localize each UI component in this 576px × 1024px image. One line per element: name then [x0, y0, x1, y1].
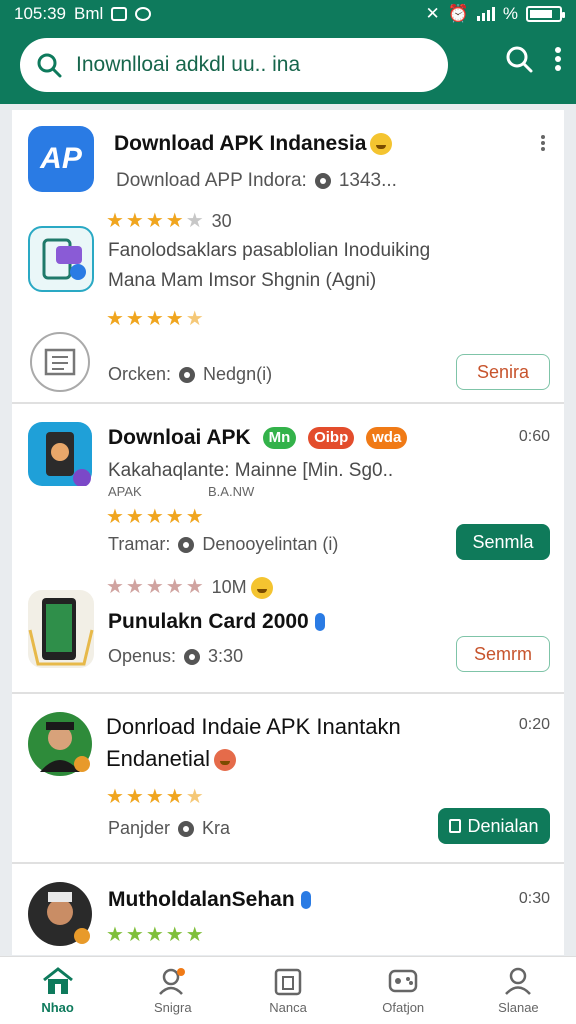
network-label: Bml: [74, 4, 104, 23]
more-menu-icon[interactable]: [554, 46, 562, 77]
app-card[interactable]: MutholdalanSehan 0:30 ★★★★★: [12, 864, 564, 955]
search-icon: [36, 52, 62, 78]
app-subtitle: Kakahaqlante: Mainne [Min. Sg0..: [108, 460, 394, 481]
nav-snigra[interactable]: Snigra: [115, 957, 230, 1024]
app-card[interactable]: AP Download APK Indanesia Download APP I…: [12, 110, 564, 404]
nav-label: Slanae: [498, 1000, 539, 1015]
mute-icon: ✕: [425, 4, 440, 23]
app-meta: Openus: 3:30: [108, 646, 244, 666]
app-subtitle: Download APP Indora: 1343...: [116, 170, 397, 191]
app-small-label: B.A.NW: [208, 484, 255, 499]
app-meta: Orcken: Nedgn(i): [108, 364, 273, 384]
game-app-icon: [28, 590, 94, 668]
app-meta: Tramar: Denooyelintan (i): [108, 534, 339, 554]
rating-stars: ★★★★★: [106, 924, 206, 946]
app-title: Donrload Indaie APK Inantakn: [106, 714, 401, 739]
rating-stars: ★★★★★: [106, 506, 206, 528]
search-input[interactable]: [76, 53, 396, 77]
document-icon: [30, 332, 90, 392]
update-time: 0:30: [518, 890, 550, 907]
app-title: MutholdalanSehan: [108, 888, 311, 912]
alarm-icon: ⏰: [447, 4, 469, 23]
search-button-icon[interactable]: [504, 44, 534, 79]
globe-icon: [179, 366, 196, 383]
app-title-line2: Endanetial: [106, 746, 236, 772]
update-time: 0:20: [518, 716, 550, 733]
rating-stars: ★★★★★ 10M: [106, 574, 273, 599]
app-header: 105:39 Bml ✕ ⏰ %: [0, 0, 576, 104]
category-tag: Mn: [262, 427, 297, 450]
rating-stars: ★★★★★ 30: [106, 210, 232, 232]
game-icon: [387, 966, 419, 996]
battery-icon: [526, 6, 565, 22]
home-icon: [41, 966, 75, 996]
battery-percent: %: [502, 4, 518, 23]
emoji-icon: [250, 576, 273, 599]
nav-label: Snigra: [154, 1000, 192, 1015]
emoji-icon: [370, 133, 393, 156]
user-icon: [503, 966, 533, 996]
globe-icon: [314, 173, 331, 189]
category-tag: wda: [366, 427, 408, 450]
app-title: Download APK Indanesia: [114, 132, 393, 156]
install-button[interactable]: Denialan: [438, 808, 550, 844]
update-time: 0:60: [518, 428, 550, 445]
globe-icon: [184, 648, 201, 665]
verified-icon: [314, 613, 325, 632]
status-time: 105:39: [14, 4, 66, 23]
bottom-nav: Nhao Snigra Nanca Ofatjon Slanae: [0, 956, 576, 1024]
nav-label: Ofatjon: [382, 1000, 425, 1015]
rating-stars: ★★★★★: [106, 786, 206, 808]
app-card[interactable]: Downloai APK Mn Oibp wda 0:60 Kakahaqlan…: [12, 404, 564, 694]
app-description-line: Mana Mam Imsor Shgnin (Agni): [108, 270, 377, 291]
verified-icon: [300, 891, 311, 910]
app-notification-icon: [135, 7, 152, 21]
app-logo-icon: AP: [28, 126, 94, 192]
search-bar[interactable]: [20, 38, 448, 92]
nav-label: Nhao: [41, 1000, 74, 1015]
category-tag: Oibp: [308, 427, 355, 450]
avatar: [28, 712, 92, 776]
notification-icon: [111, 7, 128, 21]
device-art-icon: [28, 226, 94, 292]
emoji-icon: [213, 749, 236, 772]
phone-app-icon: [28, 422, 92, 487]
app-title: Punulakn Card 2000: [108, 610, 325, 634]
globe-icon: [178, 820, 195, 837]
download-icon: [449, 819, 462, 833]
app-description-line: Fanolodsaklars pasablolian Inoduiking: [108, 240, 431, 261]
app-list: AP Download APK Indanesia Download APP I…: [12, 110, 564, 955]
install-button[interactable]: Senmla: [456, 524, 550, 560]
app-title: Downloai APK Mn Oibp wda: [108, 426, 408, 450]
nav-slanae[interactable]: Slanae: [461, 957, 576, 1024]
box-icon: [273, 966, 303, 996]
nav-label: Nanca: [269, 1000, 307, 1015]
rating-stars: ★★★★★: [106, 308, 206, 330]
avatar: [28, 882, 92, 946]
status-bar: 105:39 Bml ✕ ⏰ %: [0, 0, 576, 30]
nav-home[interactable]: Nhao: [0, 957, 115, 1024]
install-button[interactable]: Semrm: [456, 636, 550, 672]
install-button[interactable]: Senira: [456, 354, 550, 390]
profile-icon: [157, 966, 189, 996]
nav-nanca[interactable]: Nanca: [230, 957, 345, 1024]
app-card[interactable]: Donrload Indaie APK Inantakn Endanetial …: [12, 694, 564, 864]
app-small-label: APAK: [108, 484, 142, 499]
globe-icon: [178, 536, 195, 553]
signal-icon: [476, 7, 495, 21]
card-menu-icon[interactable]: [540, 134, 546, 157]
nav-ofatjon[interactable]: Ofatjon: [346, 957, 461, 1024]
app-meta: Panjder Kra: [108, 818, 231, 838]
